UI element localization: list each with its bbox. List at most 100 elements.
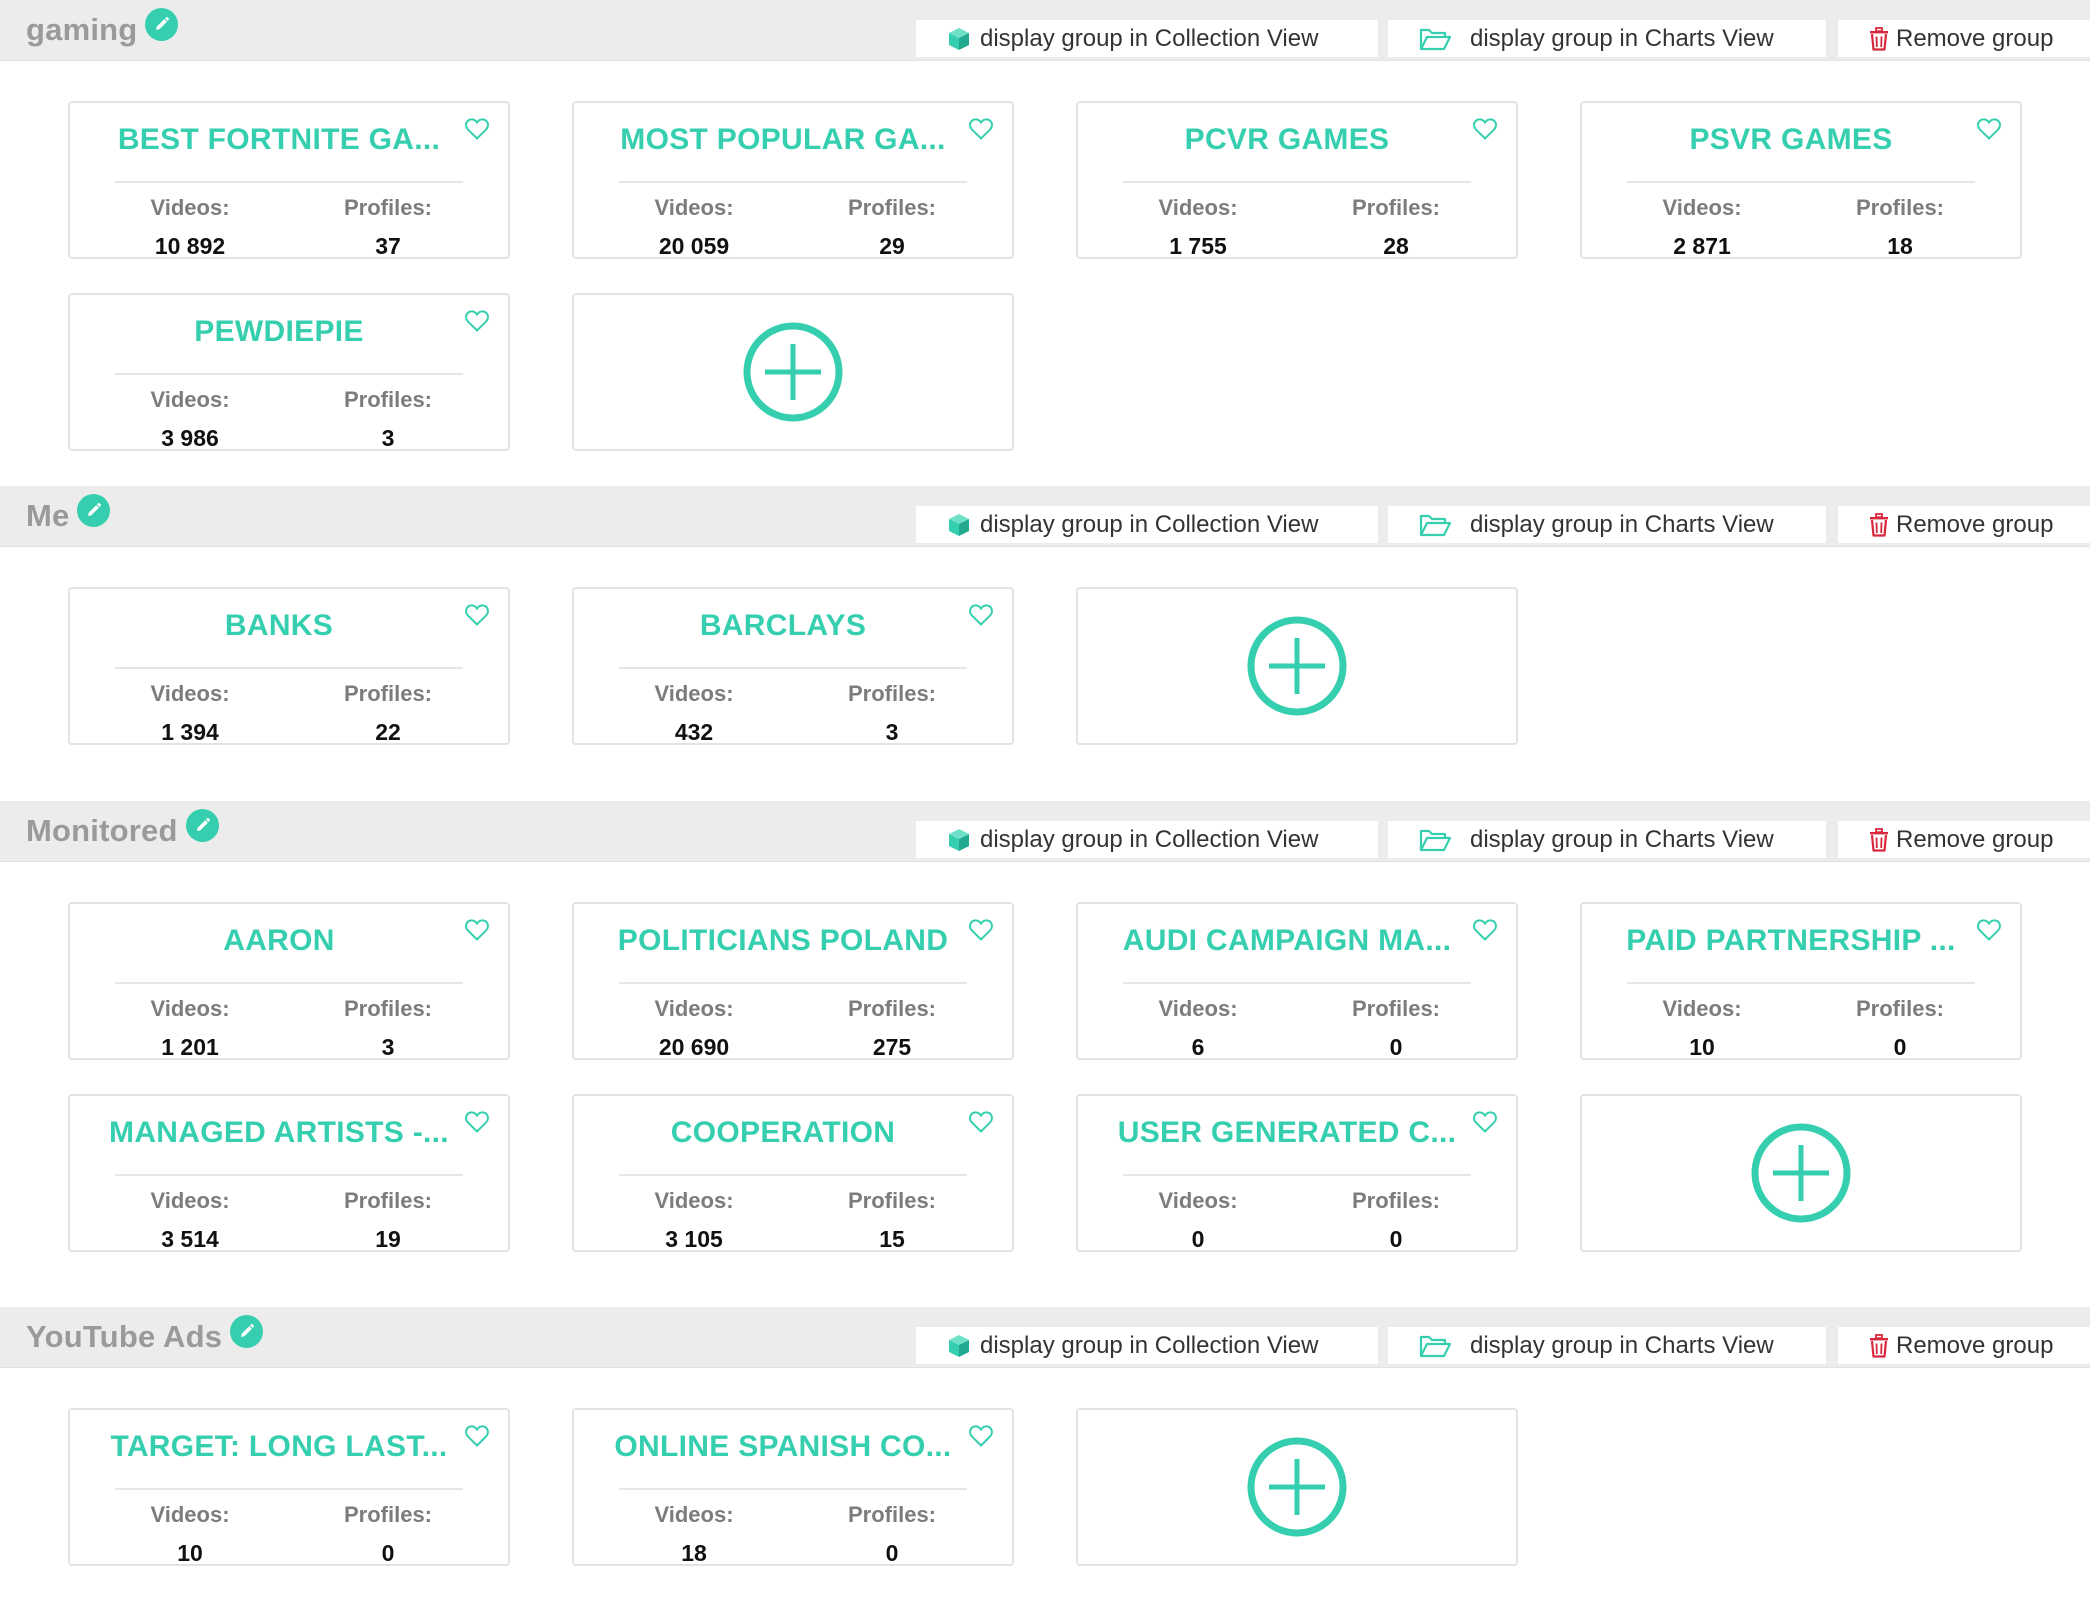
collection-card[interactable]: MOST POPULAR GA... Videos: Profiles: 20 059…: [572, 101, 1014, 259]
card-divider: [115, 181, 463, 183]
display-charts-view-button[interactable]: display group in Charts View: [1388, 20, 1826, 57]
add-collection-button[interactable]: [1076, 587, 1518, 745]
favorite-button[interactable]: [464, 309, 490, 333]
plus-circle-icon: [743, 322, 843, 422]
collection-card[interactable]: AUDI CAMPAIGN MA... Videos: Profiles: 6 0: [1076, 902, 1518, 1060]
favorite-button[interactable]: [968, 117, 994, 141]
edit-group-name-button[interactable]: [230, 1314, 264, 1348]
favorite-button[interactable]: [968, 1110, 994, 1134]
trash-icon: [1870, 1333, 1888, 1358]
display-collection-view-button[interactable]: display group in Collection View: [916, 821, 1378, 858]
heart-outline-icon: [465, 118, 489, 140]
profiles-label: Profiles:: [343, 1502, 433, 1527]
collection-card-title[interactable]: BANKS: [88, 609, 470, 643]
display-charts-view-button[interactable]: display group in Charts View: [1388, 821, 1826, 858]
heart-outline-icon: [1977, 919, 2001, 941]
favorite-button[interactable]: [464, 117, 490, 141]
collection-card[interactable]: BANKS Videos: Profiles: 1 394 22: [68, 587, 510, 745]
remove-group-label: Remove group: [1896, 24, 2054, 52]
collection-card[interactable]: COOPERATION Videos: Profiles: 3 105 15: [572, 1094, 1014, 1252]
cube-icon: [949, 828, 969, 851]
videos-count: 1 394: [161, 719, 219, 745]
collection-card-title[interactable]: COOPERATION: [592, 1116, 974, 1150]
collection-card-title[interactable]: AUDI CAMPAIGN MA...: [1096, 924, 1478, 958]
collection-card-title[interactable]: PAID PARTNERSHIP ...: [1600, 924, 1982, 958]
remove-group-button[interactable]: Remove group: [1838, 20, 2090, 57]
collection-card-title[interactable]: ONLINE SPANISH CO...: [592, 1430, 974, 1464]
display-collection-view-label: display group in Collection View: [980, 24, 1319, 52]
favorite-button[interactable]: [464, 603, 490, 627]
collection-card-title[interactable]: AARON: [88, 924, 470, 958]
favorite-button[interactable]: [968, 603, 994, 627]
heart-outline-icon: [465, 1111, 489, 1133]
collection-card-title[interactable]: POLITICIANS POLAND: [592, 924, 974, 958]
plus-circle-icon: [1247, 1437, 1347, 1537]
collection-card-title[interactable]: MANAGED ARTISTS -...: [88, 1116, 470, 1150]
collection-card-title[interactable]: PCVR GAMES: [1096, 123, 1478, 157]
collection-card[interactable]: PSVR GAMES Videos: Profiles: 2 871 18: [1580, 101, 2022, 259]
collection-card[interactable]: BEST FORTNITE GA... Videos: Profiles: 10 89…: [68, 101, 510, 259]
collection-card-title[interactable]: MOST POPULAR GA...: [592, 123, 974, 157]
collection-card[interactable]: POLITICIANS POLAND Videos: Profiles: 20 690…: [572, 902, 1014, 1060]
display-charts-view-label: display group in Charts View: [1470, 510, 1774, 538]
collection-card[interactable]: PEWDIEPIE Videos: Profiles: 3 986 3: [68, 293, 510, 451]
edit-group-name-button[interactable]: [77, 493, 111, 527]
add-collection-button[interactable]: [1076, 1408, 1518, 1566]
remove-group-button[interactable]: Remove group: [1838, 506, 2090, 543]
collection-card[interactable]: USER GENERATED C... Videos: Profiles: 0 0: [1076, 1094, 1518, 1252]
videos-count: 3 514: [161, 1226, 219, 1252]
profiles-count: 3: [381, 425, 395, 451]
favorite-button[interactable]: [1976, 117, 2002, 141]
collection-card-title[interactable]: PSVR GAMES: [1600, 123, 1982, 157]
collection-card-title[interactable]: TARGET: LONG LAST...: [88, 1430, 470, 1464]
collection-card-title[interactable]: BARCLAYS: [592, 609, 974, 643]
collection-card[interactable]: PAID PARTNERSHIP ... Videos: Profiles: 10 0: [1580, 902, 2022, 1060]
favorite-button[interactable]: [464, 918, 490, 942]
favorite-button[interactable]: [1472, 918, 1498, 942]
favorite-button[interactable]: [464, 1424, 490, 1448]
heart-outline-icon: [969, 919, 993, 941]
favorite-button[interactable]: [1976, 918, 2002, 942]
videos-label: Videos:: [150, 681, 230, 706]
group-section: Me display group in Collection View displa…: [0, 486, 2090, 801]
add-collection-button[interactable]: [572, 293, 1014, 451]
edit-group-name-button[interactable]: [145, 7, 179, 41]
collection-card[interactable]: BARCLAYS Videos: Profiles: 432 3: [572, 587, 1014, 745]
collection-card[interactable]: ONLINE SPANISH CO... Videos: Profiles: 18 0: [572, 1408, 1014, 1566]
collection-card[interactable]: TARGET: LONG LAST... Videos: Profiles: 10 0: [68, 1408, 510, 1566]
display-collection-view-button[interactable]: display group in Collection View: [916, 20, 1378, 57]
collection-card-title[interactable]: BEST FORTNITE GA...: [88, 123, 470, 157]
display-charts-view-button[interactable]: display group in Charts View: [1388, 506, 1826, 543]
profiles-count: 0: [885, 1540, 899, 1566]
profiles-label: Profiles:: [1351, 996, 1441, 1021]
favorite-button[interactable]: [1472, 1110, 1498, 1134]
group-header: gaming display group in Collection View di…: [0, 0, 2090, 60]
pencil-icon: [196, 817, 210, 831]
favorite-button[interactable]: [464, 1110, 490, 1134]
collection-card-title[interactable]: PEWDIEPIE: [88, 315, 470, 349]
collection-card[interactable]: MANAGED ARTISTS -... Videos: Profiles: 3 51…: [68, 1094, 510, 1252]
display-collection-view-button[interactable]: display group in Collection View: [916, 506, 1378, 543]
favorite-button[interactable]: [968, 918, 994, 942]
videos-count: 6: [1191, 1034, 1205, 1060]
remove-group-label: Remove group: [1896, 825, 2054, 853]
favorite-button[interactable]: [968, 1424, 994, 1448]
collection-card-title[interactable]: USER GENERATED C...: [1096, 1116, 1478, 1150]
favorite-button[interactable]: [1472, 117, 1498, 141]
remove-group-button[interactable]: Remove group: [1838, 1327, 2090, 1364]
remove-group-button[interactable]: Remove group: [1838, 821, 2090, 858]
collection-card[interactable]: AARON Videos: Profiles: 1 201 3: [68, 902, 510, 1060]
add-collection-button[interactable]: [1580, 1094, 2022, 1252]
collection-card[interactable]: PCVR GAMES Videos: Profiles: 1 755 28: [1076, 101, 1518, 259]
edit-group-name-button[interactable]: [185, 808, 219, 842]
pencil-icon: [88, 502, 102, 516]
display-collection-view-button[interactable]: display group in Collection View: [916, 1327, 1378, 1364]
profiles-count: 3: [381, 1034, 395, 1060]
profiles-count: 15: [879, 1226, 905, 1252]
profiles-label: Profiles:: [847, 996, 937, 1021]
heart-outline-icon: [465, 1425, 489, 1447]
group-header: Monitored display group in Collection Vie…: [0, 801, 2090, 861]
group-cards-area: AARON Videos: Profiles: 1 201 3 POLITICIANS P…: [0, 861, 2090, 1307]
display-charts-view-button[interactable]: display group in Charts View: [1388, 1327, 1826, 1364]
videos-label: Videos:: [1158, 195, 1238, 220]
